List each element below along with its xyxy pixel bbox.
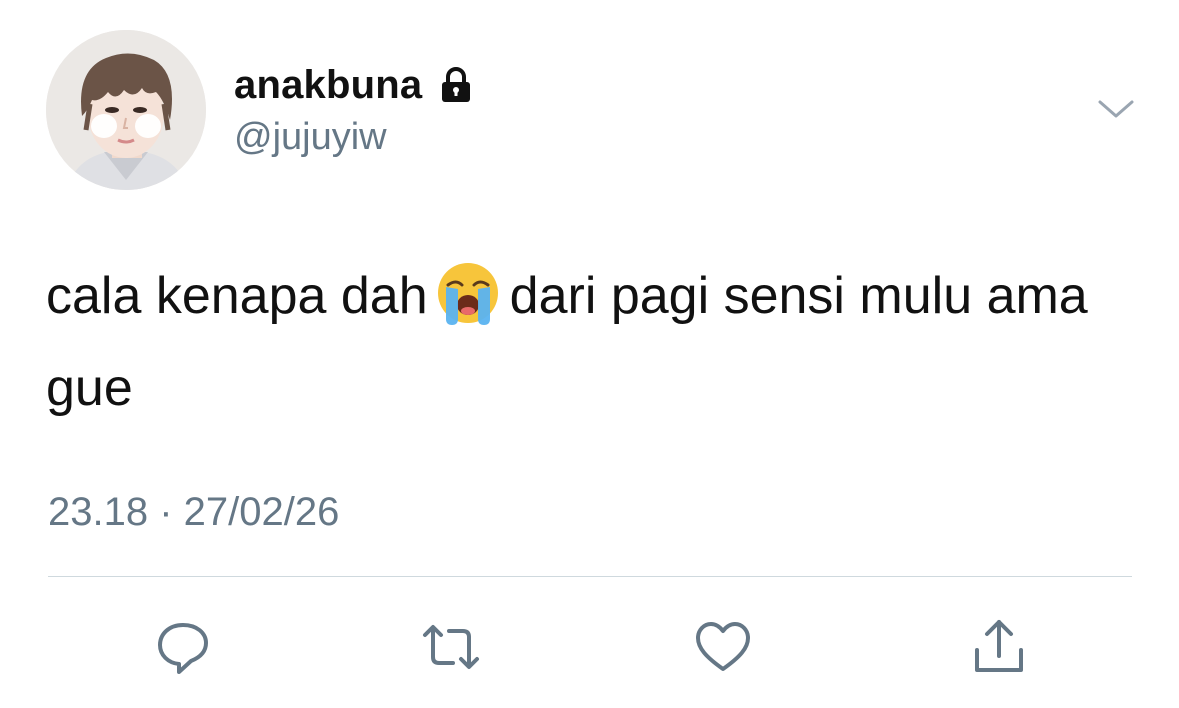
share-button[interactable]	[966, 614, 1032, 680]
retweet-arrows-icon	[419, 617, 483, 677]
display-name[interactable]: anakbuna	[234, 63, 422, 108]
reply-button[interactable]	[150, 614, 216, 680]
tweet-text: cala kenapa dah dari pagi sensi mulu ama…	[46, 250, 1106, 434]
chevron-down-icon[interactable]	[1096, 96, 1136, 124]
like-button[interactable]	[690, 614, 756, 680]
avatar[interactable]	[46, 30, 206, 190]
divider	[48, 576, 1132, 577]
loudly-crying-face-icon	[434, 259, 502, 327]
tweet-text-part1: cala kenapa dah	[46, 267, 428, 325]
tweet-card: anakbuna @jujuyiw cala kenapa dah dari p…	[0, 0, 1179, 708]
speech-bubble-icon	[153, 617, 213, 677]
avatar-photo	[46, 30, 206, 190]
user-handle[interactable]: @jujuyiw	[234, 116, 387, 159]
lock-icon	[436, 65, 476, 105]
tweet-timestamp[interactable]: 23.18 · 27/02/26	[48, 490, 339, 535]
display-name-row: anakbuna	[234, 60, 476, 110]
retweet-button[interactable]	[418, 614, 484, 680]
heart-icon	[692, 617, 754, 677]
share-upload-icon	[969, 616, 1029, 678]
